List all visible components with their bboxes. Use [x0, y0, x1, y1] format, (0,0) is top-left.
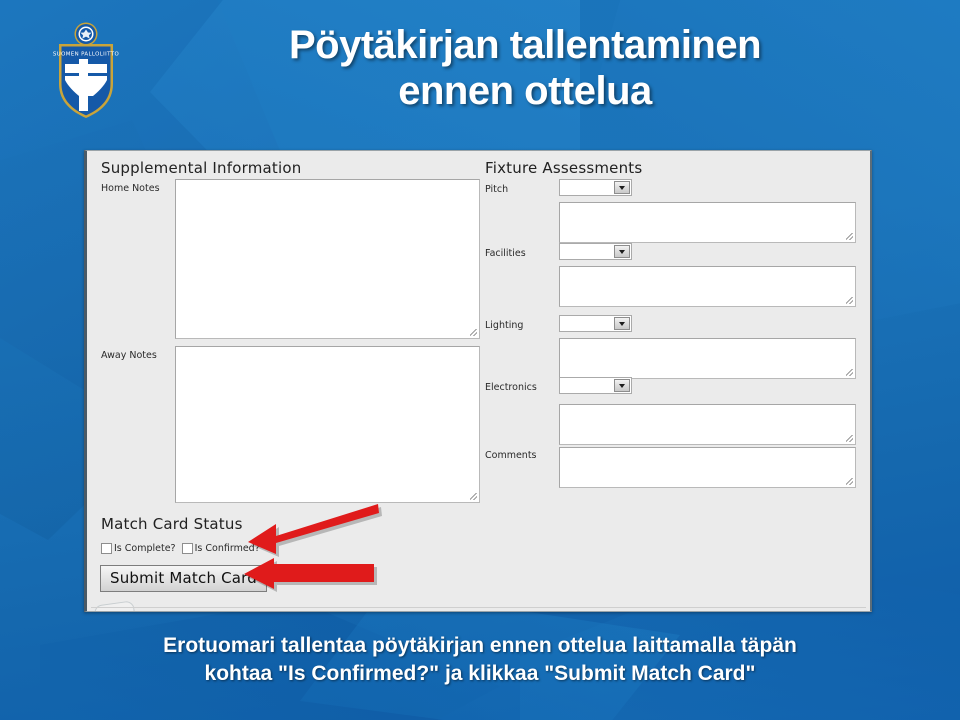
is-confirmed-checkbox[interactable]: [181, 543, 193, 554]
lighting-select[interactable]: [559, 315, 632, 332]
fixture-assessments-heading: Fixture Assessments: [485, 159, 643, 177]
slide-caption-line2: kohtaa "Is Confirmed?" ja klikkaa "Submi…: [204, 662, 756, 685]
chevron-down-icon[interactable]: [614, 181, 630, 194]
pitch-label: Pitch: [485, 184, 509, 195]
is-complete-checkbox-group[interactable]: Is Complete?: [101, 543, 176, 554]
chevron-down-icon[interactable]: [614, 317, 630, 330]
comments-label: Comments: [485, 450, 537, 461]
suomen-palloliitto-logo-icon: SUOMEN PALLOLIITTO: [52, 20, 120, 120]
home-notes-textarea[interactable]: [175, 179, 480, 339]
lighting-label: Lighting: [485, 320, 524, 331]
slide-caption: Erotuomari tallentaa pöytäkirjan ennen o…: [40, 632, 920, 688]
callout-arrow-to-is-confirmed: [248, 504, 382, 557]
comments-textarea[interactable]: [559, 447, 856, 488]
supplemental-information-heading: Supplemental Information: [101, 159, 302, 177]
is-complete-checkbox[interactable]: [101, 543, 112, 554]
facilities-notes-textarea[interactable]: [559, 266, 856, 307]
pitch-notes-textarea[interactable]: [559, 202, 856, 243]
logo-wordmark: SUOMEN PALLOLIITTO: [53, 52, 119, 58]
slide-title-line2: ennen ottelua: [398, 69, 652, 113]
home-notes-label: Home Notes: [101, 183, 160, 194]
electronics-select[interactable]: [559, 377, 632, 394]
electronics-notes-textarea[interactable]: [559, 404, 856, 445]
match-card-status-heading: Match Card Status: [101, 515, 243, 533]
slide-title-line1: Pöytäkirjan tallentaminen: [288, 23, 762, 67]
panel-bottom-divider: [91, 607, 866, 608]
facilities-select[interactable]: [559, 243, 632, 260]
match-card-status-checkboxes: Is Complete? Is Confirmed?: [101, 543, 260, 554]
callout-arrow-to-submit-button: [244, 558, 377, 592]
is-complete-label: Is Complete?: [114, 543, 176, 554]
electronics-label: Electronics: [485, 382, 537, 393]
chevron-down-icon[interactable]: [614, 379, 630, 392]
slide-caption-line1: Erotuomari tallentaa pöytäkirjan ennen o…: [163, 634, 797, 657]
slide-title: Pöytäkirjan tallentaminen ennen ottelua: [130, 22, 920, 114]
embedded-app-screenshot: Supplemental Information Home Notes Away…: [84, 150, 872, 612]
away-notes-label: Away Notes: [101, 350, 157, 361]
facilities-label: Facilities: [485, 248, 526, 259]
chevron-down-icon[interactable]: [614, 245, 630, 258]
slide-root: SUOMEN PALLOLIITTO Pöytäkirjan tallentam…: [0, 0, 960, 720]
pitch-select[interactable]: [559, 179, 632, 196]
away-notes-textarea[interactable]: [175, 346, 480, 503]
lighting-notes-textarea[interactable]: [559, 338, 856, 379]
